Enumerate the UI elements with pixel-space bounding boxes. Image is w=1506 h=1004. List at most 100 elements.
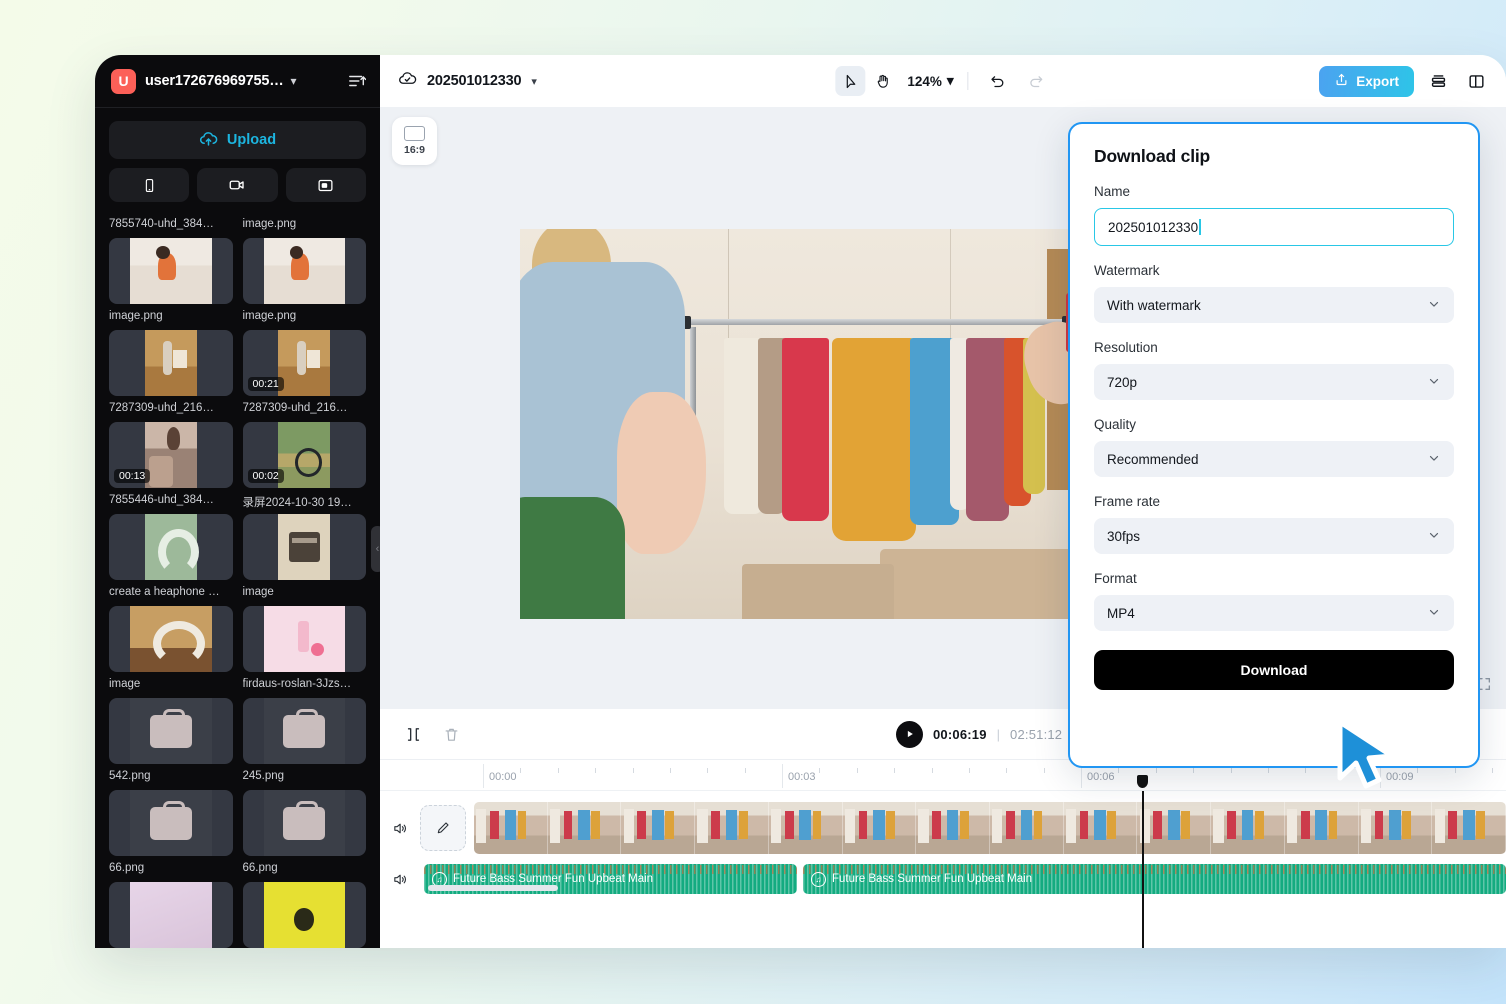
- zoom-level-control[interactable]: 124% ▾: [907, 73, 953, 89]
- cloud-upload-icon: [199, 129, 218, 152]
- export-label: Export: [1356, 73, 1399, 89]
- chevron-down-icon[interactable]: ▾: [291, 74, 297, 88]
- timeline-scrollbar[interactable]: [428, 885, 558, 891]
- media-thumbnail[interactable]: [242, 790, 366, 856]
- media-thumbnail[interactable]: [242, 514, 366, 580]
- media-item[interactable]: image.png: [109, 306, 233, 396]
- media-item[interactable]: 7855740-uhd_384…: [109, 214, 233, 304]
- download-button[interactable]: Download: [1094, 650, 1454, 690]
- undo-button[interactable]: [983, 66, 1013, 96]
- aspect-ratio-chip[interactable]: 16:9: [392, 117, 437, 165]
- media-item[interactable]: 录屏2024-10-30 19…: [242, 490, 366, 580]
- export-button[interactable]: Export: [1319, 65, 1414, 97]
- audio-track-row: ♫ Future Bass Summer Fun Upbeat Main ♫ F…: [380, 859, 1506, 899]
- media-item[interactable]: 542.png: [109, 766, 233, 856]
- media-thumbnail[interactable]: [242, 698, 366, 764]
- select-tool-button[interactable]: [835, 66, 866, 96]
- layers-button[interactable]: [1424, 67, 1452, 95]
- media-item[interactable]: 245.png: [242, 766, 366, 856]
- media-thumbnail[interactable]: [242, 238, 366, 304]
- ruler-tick: [931, 768, 933, 773]
- media-item[interactable]: 66.png: [242, 858, 366, 948]
- speaker-icon: [393, 823, 406, 833]
- media-thumbnail[interactable]: [109, 514, 233, 580]
- chevron-down-icon[interactable]: ▾: [531, 75, 537, 88]
- media-thumbnail[interactable]: [109, 790, 233, 856]
- format-select[interactable]: MP4: [1094, 595, 1454, 631]
- split-clip-button[interactable]: [398, 719, 428, 749]
- media-thumbnail[interactable]: [109, 238, 233, 304]
- project-name: 202501012330: [427, 73, 522, 89]
- media-item[interactable]: image.png 00:21: [242, 306, 366, 396]
- media-thumbnail[interactable]: [242, 882, 366, 948]
- hand-tool-button[interactable]: [867, 66, 897, 96]
- media-thumbnail[interactable]: 00:13: [109, 422, 233, 488]
- panel-toggle-button[interactable]: [1462, 67, 1490, 95]
- media-item[interactable]: firdaus-roslan-3Jzs…: [242, 674, 366, 764]
- media-item[interactable]: image: [109, 674, 233, 764]
- screen-source-button[interactable]: [285, 168, 366, 202]
- resolution-label: Resolution: [1094, 340, 1158, 355]
- media-item[interactable]: image.png: [242, 214, 366, 304]
- playhead[interactable]: [1137, 775, 1148, 948]
- project-selector[interactable]: 202501012330 ▾: [398, 69, 537, 93]
- media-thumbnail[interactable]: [109, 698, 233, 764]
- ruler-tick: [520, 768, 522, 773]
- media-item-label: 245.png: [242, 770, 285, 782]
- media-thumbnail[interactable]: [109, 330, 233, 396]
- video-track-mute-button[interactable]: [380, 820, 420, 837]
- media-item[interactable]: image: [242, 582, 366, 672]
- camera-source-button[interactable]: [197, 168, 278, 202]
- download-panel-title: Download clip: [1094, 146, 1211, 166]
- ruler-tick: [707, 768, 709, 773]
- video-thumbnail-frame: [547, 802, 622, 854]
- audio-clip[interactable]: ♫ Future Bass Summer Fun Upbeat Main: [803, 864, 1506, 894]
- sidebar-collapse-handle[interactable]: ‹: [371, 526, 380, 572]
- phone-icon: [145, 178, 153, 192]
- media-item[interactable]: 66.png: [109, 858, 233, 948]
- video-track-edit-button[interactable]: [420, 805, 466, 851]
- watermark-select[interactable]: With watermark: [1094, 287, 1454, 323]
- media-thumbnail[interactable]: 00:21: [242, 330, 366, 396]
- framerate-select[interactable]: 30fps: [1094, 518, 1454, 554]
- audio-track-mute-button[interactable]: [380, 871, 420, 888]
- cursor-arrow-icon: [846, 74, 855, 88]
- thumbnail-image: [130, 606, 212, 672]
- upload-button[interactable]: Upload: [109, 121, 366, 159]
- ruler-tick: [744, 768, 746, 773]
- resolution-select[interactable]: 720p: [1094, 364, 1454, 400]
- media-sidebar: U user172676969755… ▾ Upload 7855740-uhd…: [95, 55, 380, 948]
- text-caret: [1199, 219, 1201, 235]
- ruler-tick: [1118, 768, 1120, 773]
- redo-button[interactable]: [1021, 66, 1051, 96]
- video-clip[interactable]: [474, 802, 1506, 854]
- media-item-label: 7855740-uhd_384…: [109, 218, 214, 230]
- media-thumbnail[interactable]: 00:02: [242, 422, 366, 488]
- ruler-tick: [1454, 768, 1456, 773]
- media-item[interactable]: 7287309-uhd_216… 00:02: [242, 398, 366, 488]
- ruler-tick: [1342, 768, 1344, 773]
- media-thumbnail[interactable]: [109, 606, 233, 672]
- sort-icon[interactable]: [348, 72, 366, 90]
- media-item[interactable]: create a heaphone …: [109, 582, 233, 672]
- play-button[interactable]: [896, 720, 923, 748]
- media-item[interactable]: 7855446-uhd_384…: [109, 490, 233, 580]
- media-item-label: image.png: [242, 310, 297, 322]
- media-item[interactable]: 7287309-uhd_216… 00:13: [109, 398, 233, 488]
- name-input[interactable]: 202501012330: [1094, 208, 1454, 246]
- thumbnail-image: [144, 330, 197, 396]
- screenshot-root: U user172676969755… ▾ Upload 7855740-uhd…: [0, 0, 1506, 1004]
- share-upload-icon: [1334, 72, 1349, 90]
- aspect-ratio-label: 16:9: [403, 144, 425, 156]
- ruler-tick: [1155, 768, 1157, 773]
- top-toolbar: 202501012330 ▾ 124% ▾ Export: [380, 55, 1506, 108]
- quality-select[interactable]: Recommended: [1094, 441, 1454, 477]
- delete-button[interactable]: [436, 719, 466, 749]
- media-thumbnail[interactable]: [242, 606, 366, 672]
- media-thumbnail[interactable]: [109, 882, 233, 948]
- ruler-tick: [1267, 768, 1269, 773]
- thumbnail-image: [263, 698, 345, 764]
- phone-source-button[interactable]: [109, 168, 190, 202]
- sidebar-header: U user172676969755… ▾: [95, 55, 380, 108]
- sidebar-username[interactable]: user172676969755…: [145, 73, 284, 89]
